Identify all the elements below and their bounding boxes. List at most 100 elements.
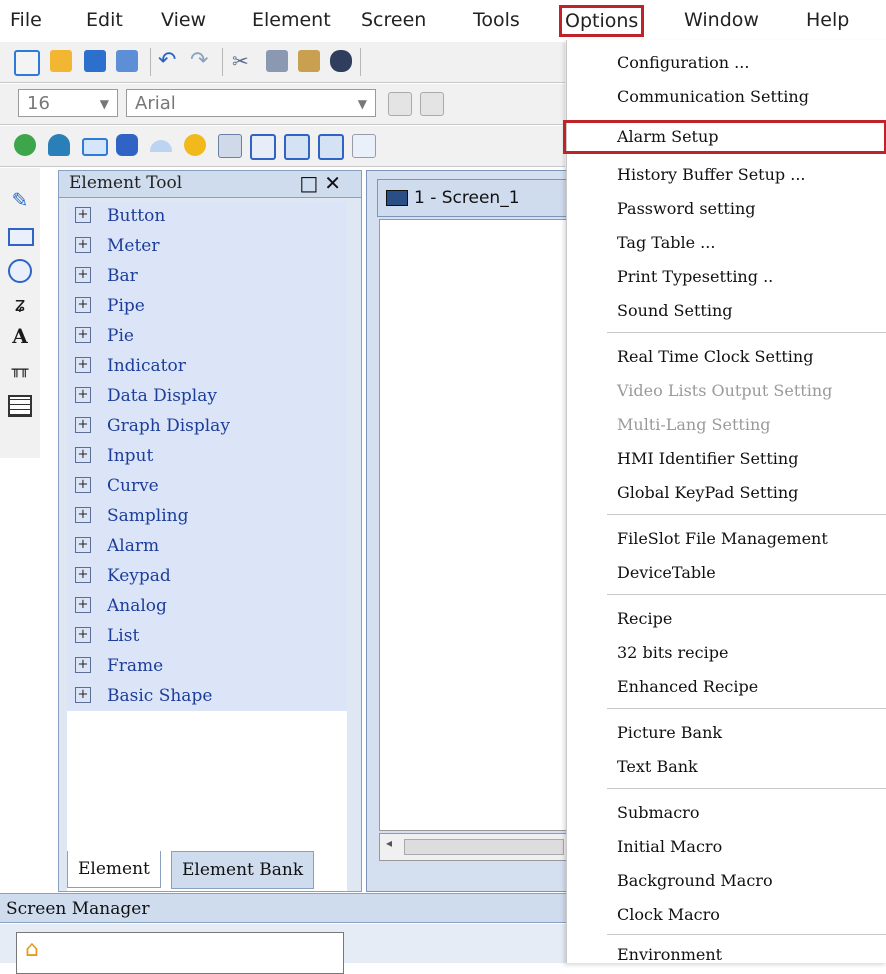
- save-all-icon[interactable]: [116, 50, 138, 72]
- screen-canvas[interactable]: [379, 219, 569, 831]
- menu-screen[interactable]: Screen: [355, 4, 432, 36]
- tab-element-bank[interactable]: Element Bank: [171, 851, 315, 889]
- menu-item-fileslot-file-management[interactable]: FileSlot File Management: [567, 522, 886, 556]
- align-left-icon[interactable]: [388, 92, 412, 116]
- close-icon[interactable]: ✕: [324, 171, 347, 195]
- tree-item-graph-display[interactable]: + Graph Display: [75, 411, 230, 441]
- expand-icon[interactable]: +: [75, 536, 91, 553]
- tree-item-indicator[interactable]: + Indicator: [75, 351, 186, 381]
- menu-item-print-typesetting[interactable]: Print Typesetting ..: [567, 260, 886, 294]
- data-display-icon[interactable]: [218, 134, 242, 158]
- menu-item-submacro[interactable]: Submacro: [567, 796, 886, 830]
- menu-item-tag-table[interactable]: Tag Table ...: [567, 226, 886, 260]
- menu-item-recipe[interactable]: Recipe: [567, 602, 886, 636]
- menu-item-environment[interactable]: Environment: [567, 938, 886, 972]
- scroll-left-icon[interactable]: ◂: [386, 836, 392, 850]
- font-size-select[interactable]: 16 ▼: [18, 89, 118, 117]
- menu-help[interactable]: Help: [800, 4, 855, 36]
- expand-icon[interactable]: +: [75, 236, 91, 253]
- menu-item-communication-setting[interactable]: Communication Setting: [567, 80, 886, 114]
- undo-icon[interactable]: ↶: [158, 50, 180, 72]
- tree-item-frame[interactable]: + Frame: [75, 651, 163, 681]
- screen-thumbnail[interactable]: ⌂: [16, 932, 344, 974]
- menu-item-device-table[interactable]: DeviceTable: [567, 556, 886, 590]
- pencil-icon[interactable]: ✎: [8, 188, 32, 212]
- menu-item-sound-setting[interactable]: Sound Setting: [567, 294, 886, 328]
- cut-icon[interactable]: ✂: [232, 50, 254, 72]
- expand-icon[interactable]: +: [75, 266, 91, 283]
- expand-icon[interactable]: +: [75, 326, 91, 343]
- expand-icon[interactable]: +: [75, 476, 91, 493]
- expand-icon[interactable]: +: [75, 566, 91, 583]
- tree-item-pie[interactable]: + Pie: [75, 321, 134, 351]
- menu-item-hmi-identifier-setting[interactable]: HMI Identifier Setting: [567, 442, 886, 476]
- bar-icon[interactable]: [82, 138, 108, 156]
- curve-icon[interactable]: [318, 134, 344, 160]
- tree-item-input[interactable]: + Input: [75, 441, 153, 471]
- indicator-icon[interactable]: [184, 134, 206, 156]
- copy-icon[interactable]: [266, 50, 288, 72]
- align-center-icon[interactable]: [420, 92, 444, 116]
- expand-icon[interactable]: +: [75, 506, 91, 523]
- menu-file[interactable]: File: [4, 4, 48, 36]
- text-icon[interactable]: A: [8, 324, 32, 348]
- sampling-icon[interactable]: [352, 134, 376, 158]
- tree-item-sampling[interactable]: + Sampling: [75, 501, 189, 531]
- input-icon[interactable]: [284, 134, 310, 160]
- expand-icon[interactable]: +: [75, 296, 91, 313]
- tree-item-data-display[interactable]: + Data Display: [75, 381, 217, 411]
- menu-item-alarm-setup[interactable]: Alarm Setup: [563, 120, 886, 154]
- open-folder-icon[interactable]: [50, 50, 72, 72]
- tree-item-list[interactable]: + List: [75, 621, 139, 651]
- expand-icon[interactable]: +: [75, 416, 91, 433]
- table-icon[interactable]: [8, 392, 32, 417]
- expand-icon[interactable]: +: [75, 656, 91, 673]
- pipe-icon[interactable]: [116, 134, 138, 156]
- on-button-icon[interactable]: [14, 134, 36, 156]
- paste-icon[interactable]: [298, 50, 320, 72]
- menu-item-configuration[interactable]: Configuration ...: [567, 46, 886, 80]
- tree-item-basic-shape[interactable]: + Basic Shape: [75, 681, 212, 711]
- menu-item-password-setting[interactable]: Password setting: [567, 192, 886, 226]
- pie-icon[interactable]: [150, 140, 172, 152]
- menu-item-background-macro[interactable]: Background Macro: [567, 864, 886, 898]
- menu-item-text-bank[interactable]: Text Bank: [567, 750, 886, 784]
- expand-icon[interactable]: +: [75, 686, 91, 703]
- menu-item-global-keypad-setting[interactable]: Global KeyPad Setting: [567, 476, 886, 510]
- expand-icon[interactable]: +: [75, 386, 91, 403]
- expand-icon[interactable]: +: [75, 626, 91, 643]
- meter-icon[interactable]: [48, 134, 70, 156]
- expand-icon[interactable]: +: [75, 596, 91, 613]
- menu-tools[interactable]: Tools: [467, 4, 526, 36]
- expand-icon[interactable]: +: [75, 206, 91, 223]
- tree-item-bar[interactable]: + Bar: [75, 261, 138, 291]
- tree-item-curve[interactable]: + Curve: [75, 471, 159, 501]
- restore-icon[interactable]: □: [299, 171, 324, 195]
- font-name-select[interactable]: Arial ▼: [126, 89, 376, 117]
- scroll-thumb[interactable]: [404, 839, 564, 855]
- tab-element[interactable]: Element: [67, 851, 161, 888]
- tab-screen-1[interactable]: 1 - Screen_1: [377, 179, 569, 217]
- menu-item-real-time-clock-setting[interactable]: Real Time Clock Setting: [567, 340, 886, 374]
- menu-element[interactable]: Element: [246, 4, 337, 36]
- tree-item-alarm[interactable]: + Alarm: [75, 531, 159, 561]
- new-file-icon[interactable]: [14, 50, 40, 76]
- find-icon[interactable]: [330, 50, 352, 72]
- tree-item-button[interactable]: + Button: [75, 201, 165, 231]
- horizontal-scrollbar[interactable]: ◂: [379, 833, 569, 861]
- menu-item-enhanced-recipe[interactable]: Enhanced Recipe: [567, 670, 886, 704]
- menu-item-picture-bank[interactable]: Picture Bank: [567, 716, 886, 750]
- menu-item-clock-macro[interactable]: Clock Macro: [567, 898, 886, 932]
- save-icon[interactable]: [84, 50, 106, 72]
- menu-view[interactable]: View: [155, 4, 212, 36]
- scale-icon[interactable]: ╥╥: [8, 358, 32, 382]
- expand-icon[interactable]: +: [75, 446, 91, 463]
- rectangle-icon[interactable]: [8, 224, 34, 248]
- menu-edit[interactable]: Edit: [80, 4, 129, 36]
- menu-options[interactable]: Options: [559, 5, 645, 37]
- menu-item-history-buffer-setup[interactable]: History Buffer Setup ...: [567, 158, 886, 192]
- expand-icon[interactable]: +: [75, 356, 91, 373]
- graph-display-icon[interactable]: [250, 134, 276, 160]
- tree-item-keypad[interactable]: + Keypad: [75, 561, 171, 591]
- tree-item-pipe[interactable]: + Pipe: [75, 291, 145, 321]
